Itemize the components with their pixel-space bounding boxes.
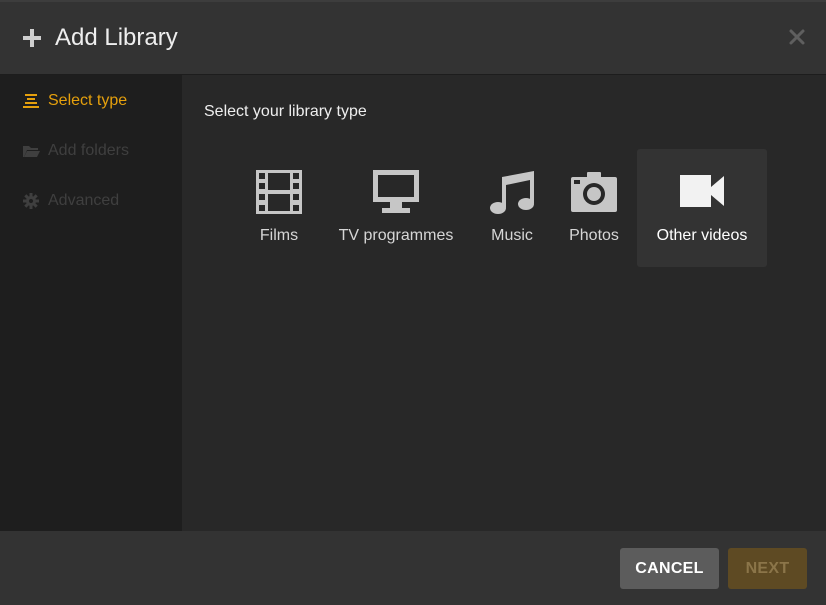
next-button[interactable]: NEXT xyxy=(728,548,807,589)
type-films[interactable]: Films xyxy=(248,149,310,267)
type-label: Other videos xyxy=(656,227,748,244)
type-other-videos[interactable]: Other videos xyxy=(637,149,767,267)
tv-icon xyxy=(373,170,419,213)
plus-icon xyxy=(23,29,41,47)
type-label: Photos xyxy=(569,227,619,244)
dialog-header: Add Library xyxy=(0,2,826,75)
sidebar: Select type Add folders Advanced xyxy=(0,75,182,531)
type-label: Films xyxy=(259,227,299,244)
cancel-button[interactable]: CANCEL xyxy=(620,548,719,589)
dialog-title: Add Library xyxy=(55,24,178,51)
gear-icon xyxy=(23,193,39,209)
sidebar-item-label: Advanced xyxy=(48,192,120,209)
type-tv-programmes[interactable]: TV programmes xyxy=(332,149,460,267)
film-icon xyxy=(256,170,302,214)
camera-icon xyxy=(571,172,617,212)
close-icon[interactable] xyxy=(788,28,806,46)
video-camera-icon xyxy=(680,175,724,207)
sidebar-item-select-type[interactable]: Select type xyxy=(22,89,127,113)
list-icon xyxy=(23,94,39,108)
sidebar-item-label: Add folders xyxy=(48,142,129,159)
sidebar-item-label: Select type xyxy=(48,92,128,109)
type-label: TV programmes xyxy=(338,227,454,244)
library-type-prompt: Select your library type xyxy=(204,103,367,120)
sidebar-item-advanced: Advanced xyxy=(22,189,119,213)
folder-icon xyxy=(23,146,40,157)
sidebar-item-add-folders: Add folders xyxy=(22,139,129,163)
main-panel: Select your library type Films TV progra… xyxy=(182,75,826,531)
type-label: Music xyxy=(491,227,533,244)
type-music[interactable]: Music xyxy=(482,149,542,267)
dialog-footer: CANCEL NEXT xyxy=(0,531,826,605)
type-photos[interactable]: Photos xyxy=(562,149,626,267)
add-library-dialog: Add Library Select type Add folders Adva… xyxy=(0,0,826,605)
music-icon xyxy=(490,171,534,214)
